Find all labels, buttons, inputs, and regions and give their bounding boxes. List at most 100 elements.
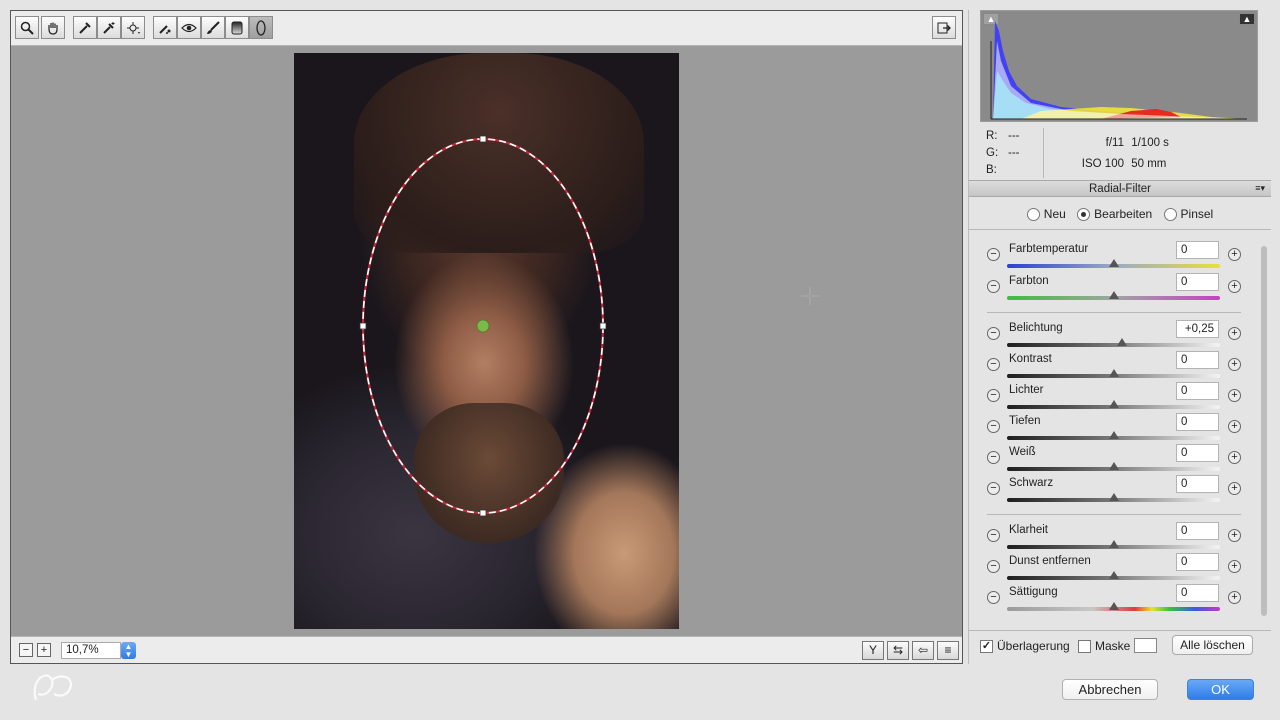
mode-edit-radio[interactable]: Bearbeiten: [1077, 207, 1152, 221]
ellipse-handle-top[interactable]: [479, 135, 487, 143]
slider-value-field[interactable]: 0: [1176, 241, 1219, 259]
slider-label: Tiefen: [1009, 415, 1041, 427]
ellipse-handle-bottom[interactable]: [479, 509, 487, 517]
targeted-adjust-icon[interactable]: [121, 16, 145, 39]
modes-divider: [969, 229, 1271, 230]
plus-icon[interactable]: +: [1228, 529, 1241, 542]
slider-value-field[interactable]: 0: [1176, 522, 1219, 540]
radial-filter-pin[interactable]: [476, 319, 490, 333]
slider-thumb[interactable]: [1108, 369, 1119, 377]
overlay-checkbox[interactable]: ✓ Überlagerung: [980, 639, 1070, 653]
plus-icon[interactable]: +: [1228, 420, 1241, 433]
clear-all-button[interactable]: Alle löschen: [1172, 635, 1253, 655]
slider-value-field[interactable]: 0: [1176, 413, 1219, 431]
plus-icon[interactable]: +: [1228, 327, 1241, 340]
ellipse-handle-left[interactable]: [359, 322, 367, 330]
zoom-in-button[interactable]: +: [37, 643, 51, 657]
adjustment-brush-icon[interactable]: [201, 16, 225, 39]
zoom-stepper[interactable]: ▲ ▼: [121, 642, 136, 659]
plus-icon[interactable]: +: [1228, 482, 1241, 495]
minus-icon[interactable]: −: [987, 280, 1000, 293]
plus-icon[interactable]: +: [1228, 451, 1241, 464]
swap-before-after-button[interactable]: ⇆: [887, 641, 909, 660]
plus-icon[interactable]: +: [1228, 560, 1241, 573]
minus-icon[interactable]: −: [987, 591, 1000, 604]
open-preferences-icon[interactable]: [932, 16, 956, 39]
minus-icon[interactable]: −: [987, 327, 1000, 340]
hand-icon[interactable]: [41, 16, 65, 39]
view-settings-button[interactable]: ≡: [937, 641, 959, 660]
side-panel: ▲ ▲ R:--- G:--- B:9 f/11 1/100 s ISO 100…: [968, 10, 1271, 664]
histogram: ▲ ▲: [980, 10, 1258, 122]
photo-preview[interactable]: [294, 53, 679, 629]
slider-value-field[interactable]: 0: [1176, 553, 1219, 571]
slider-row-10: − Sättigung 0 +: [969, 583, 1259, 614]
slider-value-field[interactable]: 0: [1176, 273, 1219, 291]
minus-icon[interactable]: −: [987, 420, 1000, 433]
plus-icon[interactable]: +: [1228, 280, 1241, 293]
radial-filter-icon[interactable]: [249, 16, 273, 39]
slider-value-field[interactable]: 0: [1176, 444, 1219, 462]
zoom-out-button[interactable]: −: [19, 643, 33, 657]
cancel-button[interactable]: Abbrechen: [1062, 679, 1158, 700]
slider-label: Schwarz: [1009, 477, 1054, 489]
slider-row-0: − Farbtemperatur 0 +: [969, 240, 1259, 271]
red-eye-icon[interactable]: [177, 16, 201, 39]
mode-new-label: Neu: [1043, 207, 1066, 221]
radial-filter-overlay[interactable]: [294, 53, 679, 629]
zoom-level-field[interactable]: 10,7%: [61, 642, 121, 659]
slider-thumb[interactable]: [1108, 493, 1119, 501]
panel-menu-icon[interactable]: ≡▾: [1255, 184, 1265, 193]
view-toggle-button[interactable]: Y: [862, 641, 884, 660]
scrollbar-thumb[interactable]: [1261, 246, 1267, 616]
slider-label: Klarheit: [1009, 524, 1048, 536]
zoom-icon[interactable]: [15, 16, 39, 39]
minus-icon[interactable]: −: [987, 451, 1000, 464]
minus-icon[interactable]: −: [987, 358, 1000, 371]
ok-button[interactable]: OK: [1187, 679, 1254, 700]
slider-value-field[interactable]: 0: [1176, 584, 1219, 602]
copy-settings-button[interactable]: ⇦: [912, 641, 934, 660]
slider-row-6: − Weiß 0 +: [969, 443, 1259, 474]
slider-row-8: − Klarheit 0 +: [969, 521, 1259, 552]
minus-icon[interactable]: −: [987, 560, 1000, 573]
slider-thumb[interactable]: [1117, 338, 1128, 346]
minus-icon[interactable]: −: [987, 248, 1000, 261]
slider-thumb[interactable]: [1108, 540, 1119, 548]
plus-icon[interactable]: +: [1228, 248, 1241, 261]
slider-value-field[interactable]: 0: [1176, 475, 1219, 493]
mask-color-swatch[interactable]: [1134, 638, 1157, 653]
slider-thumb[interactable]: [1108, 431, 1119, 439]
slider-value-field[interactable]: +0,25: [1176, 320, 1219, 338]
mode-new-radio[interactable]: Neu: [1026, 207, 1066, 221]
panel-scrollbar[interactable]: [1260, 236, 1268, 624]
graduated-filter-icon[interactable]: [225, 16, 249, 39]
plus-icon[interactable]: +: [1228, 389, 1241, 402]
slider-track[interactable]: [1007, 343, 1220, 347]
minus-icon[interactable]: −: [987, 529, 1000, 542]
shutter: 1/100 s: [1131, 137, 1169, 149]
slider-value-field[interactable]: 0: [1176, 351, 1219, 369]
white-balance-icon[interactable]: [73, 16, 97, 39]
slider-value-field[interactable]: 0: [1176, 382, 1219, 400]
slider-thumb[interactable]: [1108, 602, 1119, 610]
plus-icon[interactable]: +: [1228, 358, 1241, 371]
color-sampler-icon[interactable]: [97, 16, 121, 39]
slider-row-5: − Tiefen 0 +: [969, 412, 1259, 443]
slider-thumb[interactable]: [1108, 259, 1119, 267]
plus-icon[interactable]: +: [1228, 591, 1241, 604]
slider-thumb[interactable]: [1108, 400, 1119, 408]
slider-label: Weiß: [1009, 446, 1036, 458]
histogram-graph: [990, 21, 1247, 120]
toolbar: [11, 11, 962, 46]
slider-thumb[interactable]: [1108, 462, 1119, 470]
mask-checkbox[interactable]: Maske: [1078, 639, 1130, 653]
image-canvas[interactable]: [11, 47, 962, 637]
ellipse-handle-right[interactable]: [599, 322, 607, 330]
mode-brush-radio[interactable]: Pinsel: [1163, 207, 1213, 221]
minus-icon[interactable]: −: [987, 482, 1000, 495]
slider-thumb[interactable]: [1108, 571, 1119, 579]
minus-icon[interactable]: −: [987, 389, 1000, 402]
slider-thumb[interactable]: [1108, 291, 1119, 299]
spot-removal-icon[interactable]: [153, 16, 177, 39]
